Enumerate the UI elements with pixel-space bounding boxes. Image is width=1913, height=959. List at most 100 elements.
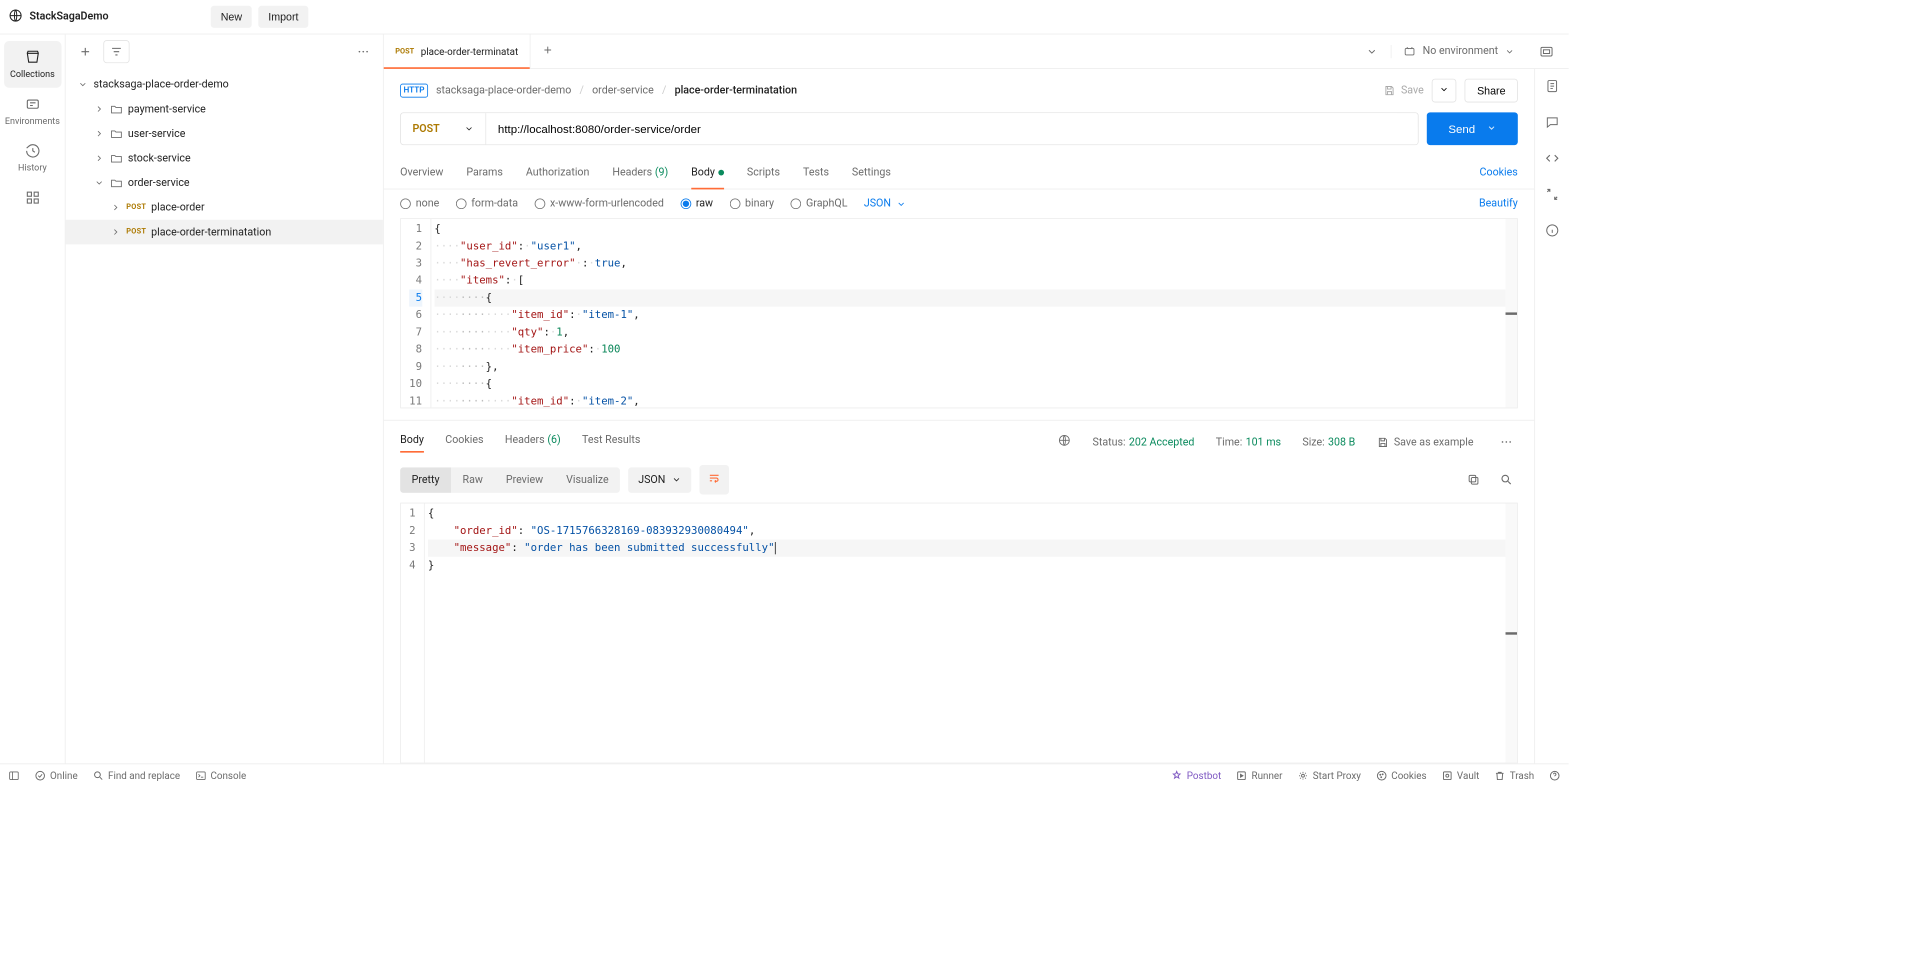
nav-more[interactable]	[4, 181, 61, 214]
tree-collection[interactable]: stacksaga-place-order-demo	[66, 72, 383, 97]
editor-minimap-toggle[interactable]	[1506, 503, 1517, 762]
breadcrumb-item[interactable]: stacksaga-place-order-demo	[436, 84, 571, 96]
resp-tab-cookies[interactable]: Cookies	[445, 433, 483, 450]
network-icon[interactable]	[1058, 434, 1071, 450]
folder-icon	[110, 152, 123, 165]
radio-form-data[interactable]: form-data	[456, 198, 518, 210]
tab-dropdown-button[interactable]	[1361, 41, 1382, 62]
beautify-button[interactable]: Beautify	[1479, 198, 1518, 210]
add-collection-button[interactable]	[74, 40, 97, 63]
copy-response-button[interactable]	[1462, 468, 1485, 491]
line-wrap-button[interactable]	[700, 465, 730, 495]
env-quicklook-button[interactable]	[1534, 39, 1559, 64]
status-find-replace[interactable]: Find and replace	[92, 770, 180, 781]
tab-overview[interactable]: Overview	[400, 157, 443, 189]
tab-add-button[interactable]	[530, 44, 564, 59]
folder-icon	[110, 103, 123, 116]
radio-none[interactable]: none	[400, 198, 439, 210]
body-format-dropdown[interactable]: JSON	[864, 198, 906, 210]
tab-params[interactable]: Params	[466, 157, 503, 189]
status-vault[interactable]: Vault	[1441, 770, 1479, 781]
status-help[interactable]	[1549, 770, 1560, 781]
workspace-name: StackSagaDemo	[30, 11, 109, 23]
response-more-button[interactable]	[1495, 431, 1518, 454]
status-cookies[interactable]: Cookies	[1376, 770, 1427, 781]
import-button[interactable]: Import	[258, 6, 308, 28]
method-tag: POST	[126, 228, 146, 236]
environment-selector[interactable]: No environment	[1391, 45, 1526, 58]
tree-request-terminatation[interactable]: POST place-order-terminatation	[66, 220, 383, 245]
tree-label: place-order	[151, 201, 204, 213]
tab-body[interactable]: Body	[691, 157, 724, 189]
status-console[interactable]: Console	[195, 770, 246, 781]
radio-raw-label: raw	[696, 198, 713, 210]
response-body-editor[interactable]: 1234 { "order_id": "OS-1715766328169-083…	[400, 503, 1518, 764]
status-start-proxy[interactable]: Start Proxy	[1297, 770, 1361, 781]
tree-folder-payment[interactable]: payment-service	[66, 97, 383, 122]
resp-tab-headers[interactable]: Headers (6)	[505, 433, 561, 450]
tab-settings[interactable]: Settings	[852, 157, 891, 189]
code-icon[interactable]	[1544, 151, 1559, 169]
tab-scripts[interactable]: Scripts	[747, 157, 780, 189]
share-button[interactable]: Share	[1465, 79, 1518, 103]
nav-history[interactable]: History	[4, 134, 61, 181]
tree-folder-user[interactable]: user-service	[66, 121, 383, 146]
breadcrumb-item[interactable]: order-service	[592, 84, 654, 96]
tab-authorization[interactable]: Authorization	[526, 157, 590, 189]
status-postbot[interactable]: Postbot	[1171, 770, 1221, 781]
tree-folder-stock[interactable]: stock-service	[66, 146, 383, 171]
response-format-dropdown[interactable]: JSON	[628, 467, 691, 492]
status-trash[interactable]: Trash	[1494, 770, 1534, 781]
chevron-right-icon	[93, 153, 104, 164]
modified-dot-icon	[718, 170, 724, 176]
status-online[interactable]: Online	[34, 770, 77, 781]
editor-minimap-toggle[interactable]	[1506, 219, 1517, 408]
tab-tests[interactable]: Tests	[803, 157, 829, 189]
resp-tab-body[interactable]: Body	[400, 433, 424, 450]
method-select[interactable]: POST	[401, 113, 486, 144]
expand-icon[interactable]	[1544, 187, 1559, 205]
pill-pretty[interactable]: Pretty	[400, 467, 451, 492]
url-box: POST	[400, 112, 1419, 145]
resp-tab-test-results[interactable]: Test Results	[582, 433, 640, 450]
tab-headers-label: Headers	[612, 166, 652, 178]
search-response-button[interactable]	[1495, 468, 1518, 491]
radio-binary[interactable]: binary	[729, 198, 774, 210]
env-label: No environment	[1423, 45, 1498, 57]
send-button[interactable]: Send	[1427, 112, 1518, 145]
radio-x-www[interactable]: x-www-form-urlencoded	[534, 198, 663, 210]
cookies-link[interactable]: Cookies	[1480, 166, 1518, 178]
comments-icon[interactable]	[1544, 115, 1559, 133]
tree-label: order-service	[128, 177, 190, 189]
tab-request[interactable]: POST place-order-terminatat	[384, 34, 531, 68]
new-button[interactable]: New	[211, 6, 252, 28]
tree-request-place-order[interactable]: POST place-order	[66, 195, 383, 220]
documentation-icon[interactable]	[1544, 79, 1559, 97]
save-dropdown-button[interactable]	[1432, 79, 1457, 103]
tree-folder-order[interactable]: order-service	[66, 171, 383, 196]
nav-environments[interactable]: Environments	[4, 88, 61, 135]
pill-preview[interactable]: Preview	[494, 467, 554, 492]
chevron-down-icon	[1487, 122, 1497, 135]
radio-graphql[interactable]: GraphQL	[790, 198, 847, 210]
sidebar-toolbar	[66, 34, 383, 68]
editor-code[interactable]: { "order_id": "OS-1715766328169-08393293…	[425, 503, 1517, 762]
request-body-editor[interactable]: 1234567891011 {····"user_id":·"user1",··…	[400, 218, 1518, 408]
status-runner[interactable]: Runner	[1236, 770, 1282, 781]
status-bar: Online Find and replace Console Postbot …	[0, 763, 1569, 786]
pill-raw[interactable]: Raw	[451, 467, 494, 492]
nav-collections[interactable]: Collections	[4, 41, 61, 88]
sidebar-more-button[interactable]	[352, 40, 375, 63]
url-input[interactable]	[486, 113, 1418, 144]
save-as-example-button[interactable]: Save as example	[1377, 436, 1474, 448]
pill-visualize[interactable]: Visualize	[555, 467, 621, 492]
workspace-selector[interactable]: StackSagaDemo New Import	[8, 6, 311, 28]
save-button[interactable]: Save	[1384, 84, 1424, 96]
info-icon[interactable]	[1544, 223, 1559, 241]
editor-code[interactable]: {····"user_id":·"user1",····"has_revert_…	[431, 219, 1517, 408]
status-panel-toggle[interactable]	[8, 770, 19, 781]
tab-headers[interactable]: Headers (9)	[612, 157, 668, 189]
radio-raw[interactable]: raw	[680, 198, 713, 210]
filter-button[interactable]	[103, 40, 129, 63]
radio-xwww-label: x-www-form-urlencoded	[550, 198, 664, 210]
